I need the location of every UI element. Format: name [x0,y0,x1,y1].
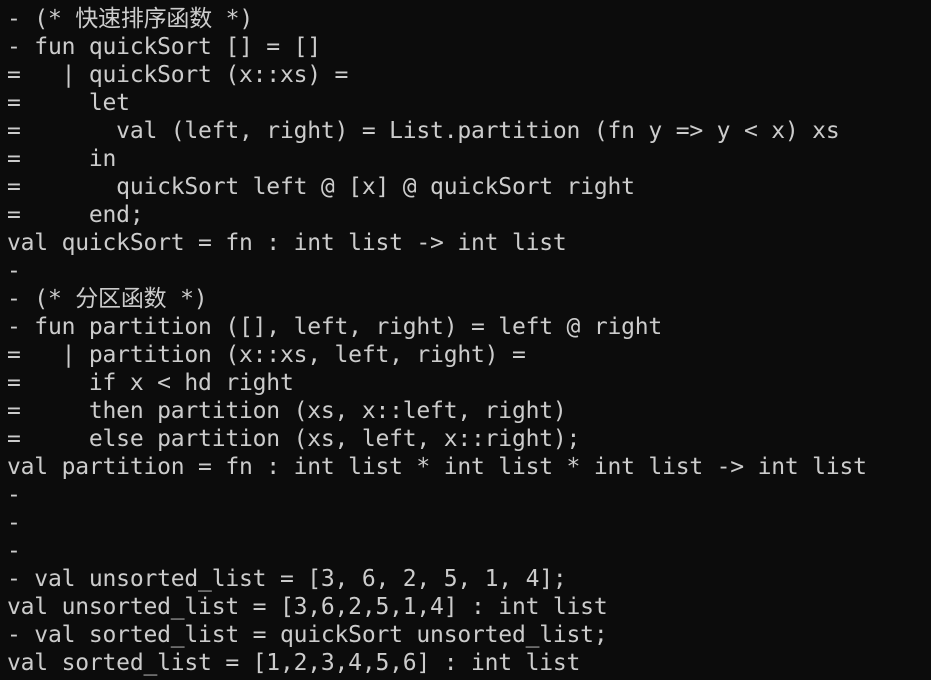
terminal-line: val quickSort = fn : int list -> int lis… [7,230,567,256]
terminal-output: - (* 快速排序函数 *) - fun quickSort [] = [] =… [7,5,931,677]
terminal-line: - [7,510,21,536]
terminal-line: - val sorted_list = quickSort unsorted_l… [7,622,608,648]
terminal-line: = if x < hd right [7,370,294,396]
terminal-line: val sorted_list = [1,2,3,4,5,6] : int li… [7,650,581,676]
terminal-line: val partition = fn : int list * int list… [7,454,867,480]
terminal-line: = then partition (xs, x::left, right) [7,398,567,424]
terminal-line: = in [7,146,117,172]
terminal-line: = quickSort left @ [x] @ quickSort right [7,174,635,200]
terminal-line: val unsorted_list = [3,6,2,5,1,4] : int … [7,594,608,620]
terminal-line: - (* 快速排序函数 *) [7,6,253,32]
terminal-line: - (* 分区函数 *) [7,286,208,312]
terminal-line: = | partition (x::xs, left, right) = [7,342,526,368]
terminal-line: - fun partition ([], left, right) = left… [7,314,663,340]
terminal-line: - val unsorted_list = [3, 6, 2, 5, 1, 4]… [7,566,567,592]
terminal-line: = | quickSort (x::xs) = [7,62,349,88]
terminal-line: - [7,538,21,564]
terminal-window[interactable]: - (* 快速排序函数 *) - fun quickSort [] = [] =… [0,0,931,680]
terminal-line: = val (left, right) = List.partition (fn… [7,118,840,144]
terminal-line: - [7,258,21,284]
terminal-line: - [7,482,21,508]
terminal-line: = let [7,90,130,116]
terminal-line: = end; [7,202,144,228]
terminal-line: = else partition (xs, left, x::right); [7,426,581,452]
terminal-line: - fun quickSort [] = [] [7,34,321,60]
